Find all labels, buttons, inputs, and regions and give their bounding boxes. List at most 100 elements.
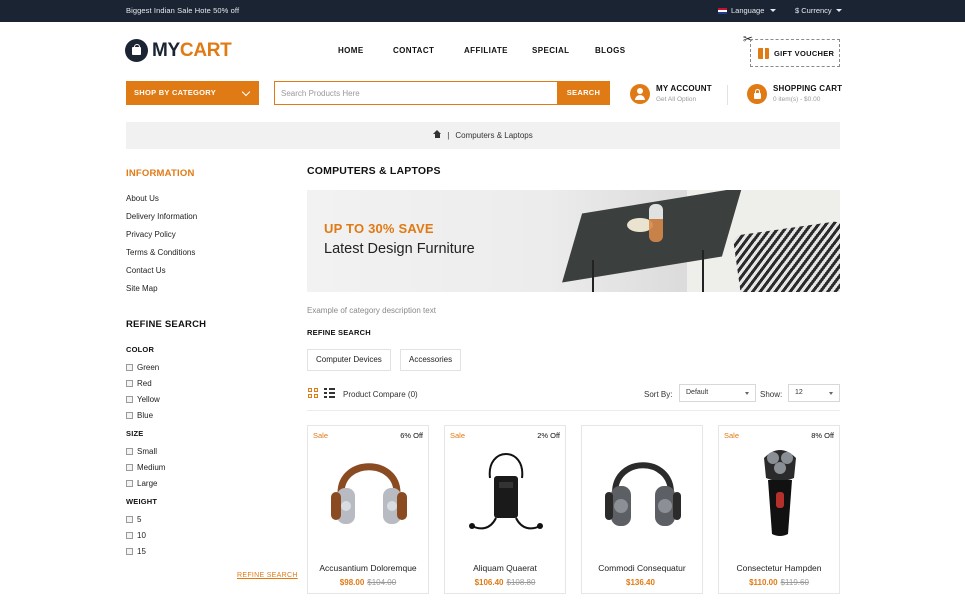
breadcrumb-current[interactable]: Computers & Laptops xyxy=(455,131,532,140)
shopping-cart[interactable]: SHOPPING CART 0 item(s) - $0.00 xyxy=(747,84,842,104)
product-toolbar: Product Compare (0) Sort By: Default Sho… xyxy=(307,384,840,406)
product-name[interactable]: Aliquam Quaerat xyxy=(445,563,565,573)
checkbox[interactable] xyxy=(126,380,133,387)
link-terms-conditions[interactable]: Terms & Conditions xyxy=(126,248,195,257)
filter-label: Blue xyxy=(137,411,154,420)
headphones-product-image xyxy=(331,463,407,524)
breadcrumb-separator: | xyxy=(447,131,450,140)
filter-label: 10 xyxy=(137,531,146,540)
nav-contact[interactable]: CONTACT xyxy=(393,46,434,55)
filter-color-blue[interactable]: Blue xyxy=(126,411,153,420)
link-privacy-policy[interactable]: Privacy Policy xyxy=(126,230,176,239)
checkbox[interactable] xyxy=(126,480,133,487)
search-button[interactable]: SEARCH xyxy=(557,81,610,105)
category-banner[interactable]: UP TO 30% SAVE Latest Design Furniture xyxy=(307,190,840,292)
nav-affiliate[interactable]: AFFILIATE xyxy=(464,46,508,55)
banner-offer: UP TO 30% SAVE xyxy=(324,221,434,236)
filter-label: Yellow xyxy=(137,395,160,404)
currency-label: $ Currency xyxy=(795,6,832,15)
filter-label: Medium xyxy=(137,463,166,472)
nav-special[interactable]: SPECIAL xyxy=(532,46,569,55)
product-card[interactable]: Sale 6% Off Accusantium Doloremque $98.0… xyxy=(307,425,429,594)
language-label: Language xyxy=(731,6,765,15)
list-view-icon[interactable] xyxy=(324,388,335,399)
sort-select[interactable]: Default xyxy=(679,384,756,402)
filter-weight-5[interactable]: 5 xyxy=(126,515,141,524)
link-site-map[interactable]: Site Map xyxy=(126,284,158,293)
refine-search-heading: REFINE SEARCH xyxy=(126,319,207,330)
shop-by-category-label: SHOP BY CATEGORY xyxy=(134,88,217,97)
product-old-price: $104.00 xyxy=(367,578,397,587)
filter-size-large[interactable]: Large xyxy=(126,479,157,488)
filter-size-small[interactable]: Small xyxy=(126,447,157,456)
product-card[interactable]: Commodi Consequatur $136.40 xyxy=(581,425,703,594)
checkbox[interactable] xyxy=(126,532,133,539)
currency-selector[interactable]: $ Currency xyxy=(795,6,842,15)
category-description: Example of category description text xyxy=(307,306,436,315)
grid-view-icon[interactable] xyxy=(308,388,318,398)
language-selector[interactable]: Language xyxy=(718,6,777,15)
product-compare-link[interactable]: Product Compare (0) xyxy=(343,390,418,399)
checkbox[interactable] xyxy=(126,464,133,471)
breadcrumb: | Computers & Laptops xyxy=(126,122,840,149)
product-old-price: $119.60 xyxy=(780,578,809,587)
sort-value: Default xyxy=(686,389,709,396)
product-prices: $136.40 xyxy=(582,578,702,587)
product-name[interactable]: Commodi Consequatur xyxy=(582,563,702,573)
show-label: Show: xyxy=(760,390,783,399)
divider xyxy=(307,410,840,411)
hourglass-image xyxy=(649,204,663,242)
filter-color-green[interactable]: Green xyxy=(126,363,159,372)
link-delivery-information[interactable]: Delivery Information xyxy=(126,212,197,221)
product-prices: $106.40 $108.80 xyxy=(445,578,565,587)
subcategory-computer-devices[interactable]: Computer Devices xyxy=(307,349,391,371)
checkbox[interactable] xyxy=(126,548,133,555)
filter-color-red[interactable]: Red xyxy=(126,379,152,388)
checkbox[interactable] xyxy=(126,396,133,403)
gift-voucher-label: GIFT VOUCHER xyxy=(774,48,835,58)
product-name[interactable]: Consectetur Hampden xyxy=(719,563,839,573)
filter-size-medium[interactable]: Medium xyxy=(126,463,165,472)
filter-weight-10[interactable]: 10 xyxy=(126,531,146,540)
home-icon[interactable] xyxy=(433,130,442,139)
product-price: $136.40 xyxy=(626,578,655,587)
product-name[interactable]: Accusantium Doloremque xyxy=(308,563,428,573)
subcategory-accessories[interactable]: Accessories xyxy=(400,349,462,371)
filter-label: Large xyxy=(137,479,158,488)
link-about-us[interactable]: About Us xyxy=(126,194,159,203)
checkbox[interactable] xyxy=(126,448,133,455)
filter-label: Small xyxy=(137,447,158,456)
product-card[interactable]: Sale 8% Off Consectetur Hampden $110.00 $… xyxy=(718,425,840,594)
shopping-cart-subtitle: 0 item(s) - $0.00 xyxy=(773,96,821,103)
filter-weight-15[interactable]: 15 xyxy=(126,547,146,556)
nav-blogs[interactable]: BLOGS xyxy=(595,46,625,55)
checkbox[interactable] xyxy=(126,364,133,371)
search-input[interactable] xyxy=(274,81,558,105)
product-price: $98.00 xyxy=(339,578,365,587)
refine-search-link[interactable]: REFINE SEARCH xyxy=(237,572,298,579)
shop-by-category-button[interactable]: SHOP BY CATEGORY xyxy=(126,81,259,105)
sale-badge: Sale xyxy=(313,431,329,440)
link-contact-us[interactable]: Contact Us xyxy=(126,266,166,275)
lock-icon xyxy=(747,84,767,104)
nav-home[interactable]: HOME xyxy=(338,46,364,55)
divider xyxy=(727,85,728,105)
show-value: 12 xyxy=(795,389,803,396)
top-bar: Biggest Indian Sale Hote 50% off Languag… xyxy=(0,0,965,22)
product-card[interactable]: Sale 2% Off Aliquam Quaerat $106.40 $108.… xyxy=(444,425,566,594)
product-price: $110.00 xyxy=(749,578,778,587)
flag-icon xyxy=(718,7,727,14)
filter-label: Green xyxy=(137,363,160,372)
my-account-subtitle: Get All Option xyxy=(656,96,697,103)
sale-badge: Sale xyxy=(450,431,466,440)
checkbox[interactable] xyxy=(126,516,133,523)
weight-filter-heading: WEIGHT xyxy=(126,497,158,506)
size-filter-heading: SIZE xyxy=(126,429,144,438)
chevron-down-icon xyxy=(241,87,251,97)
checkbox[interactable] xyxy=(126,412,133,419)
filter-color-yellow[interactable]: Yellow xyxy=(126,395,160,404)
my-account[interactable]: MY ACCOUNT Get All Option xyxy=(630,84,712,104)
gift-icon xyxy=(758,47,769,59)
gift-voucher-button[interactable]: GIFT VOUCHER xyxy=(750,39,840,67)
show-select[interactable]: 12 xyxy=(788,384,840,402)
